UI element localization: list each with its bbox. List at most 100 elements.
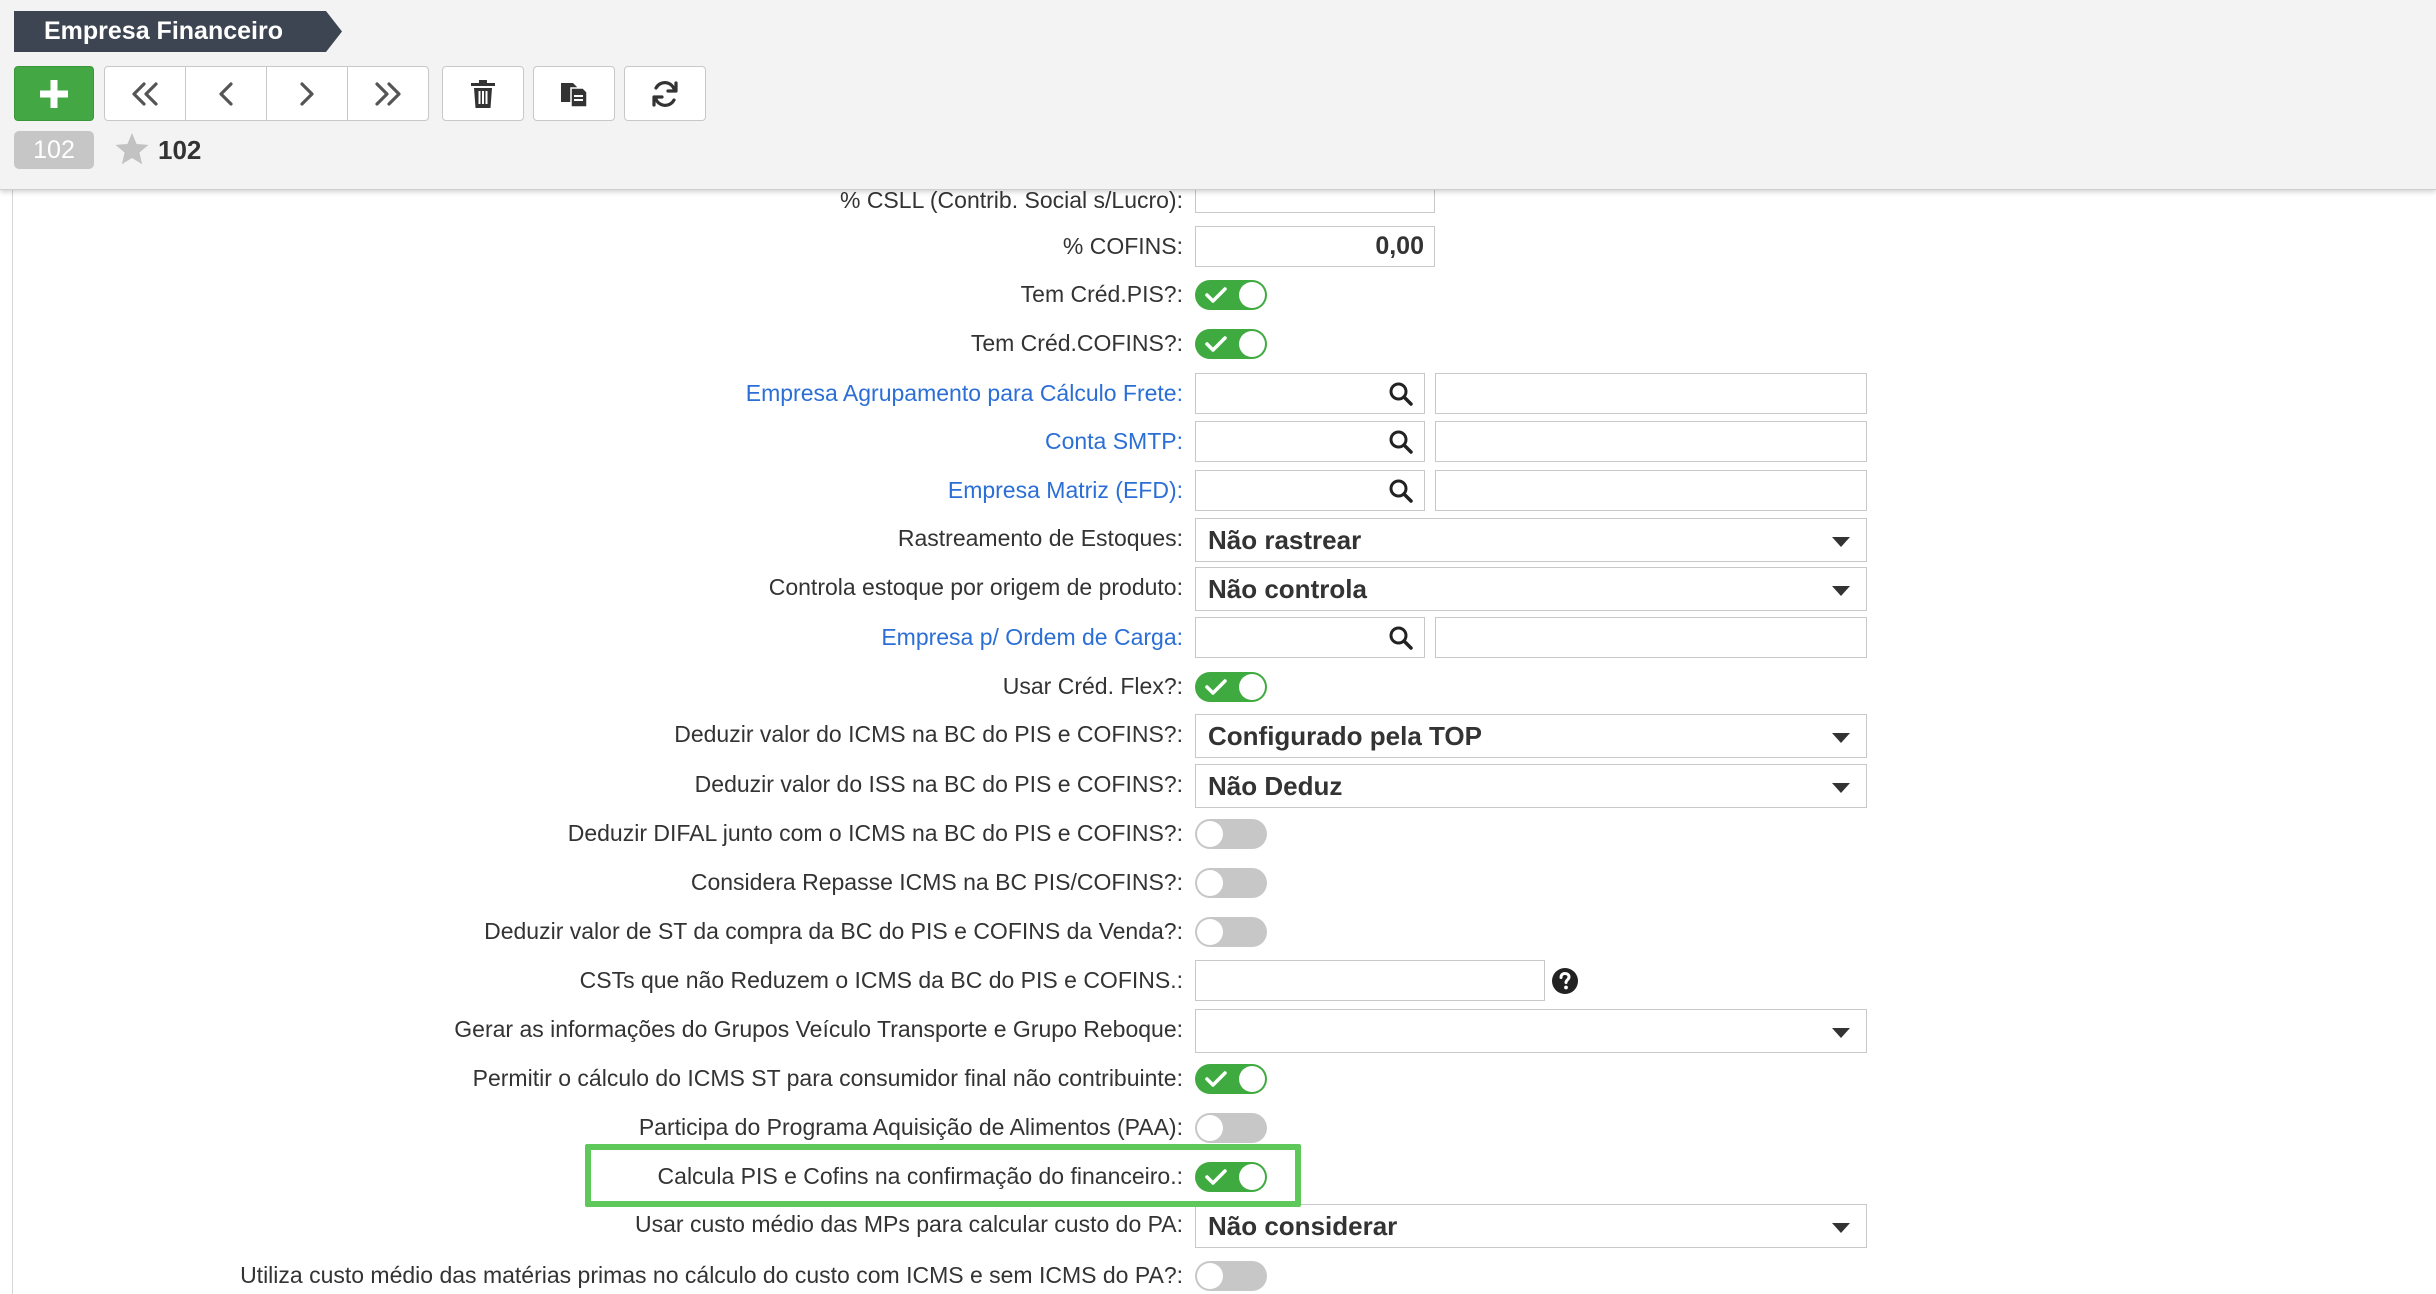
row-gerar-info: Gerar as informações do Grupos Veículo T… [13,1005,2436,1053]
row-deduzir-icms: Deduzir valor do ICMS na BC do PIS e COF… [13,710,2436,758]
empresa-ordem-desc-input[interactable] [1435,617,1867,658]
row-cofins: % COFINS: 0,00 [13,222,2436,270]
empresa-matriz-desc-input[interactable] [1435,470,1867,511]
gerar-info-select[interactable] [1195,1009,1867,1053]
first-record-icon [132,81,158,106]
row-repasse-icms: Considera Repasse ICMS na BC PIS/COFINS?… [13,858,2436,906]
toggle-knob [1197,870,1223,896]
toggle-knob [1239,674,1265,700]
form-area: % CSLL (Contrib. Social s/Lucro): % COFI… [12,0,2436,1294]
first-record-button[interactable] [104,66,186,121]
last-record-button[interactable] [347,66,429,121]
previous-record-button[interactable] [185,66,267,121]
chevron-down-icon [1832,733,1850,743]
toggle-knob [1239,1066,1265,1092]
check-icon [1205,336,1227,352]
row-empresa-agrupamento: Empresa Agrupamento para Cálculo Frete: [13,369,2436,417]
chevron-down-icon [1832,1028,1850,1038]
icms-st-toggle[interactable] [1195,1064,1267,1094]
calcula-pis-toggle[interactable] [1195,1162,1267,1192]
conta-smtp-link[interactable]: Conta SMTP: [1045,417,1183,465]
deduzir-icms-select[interactable]: Configurado pela TOP [1195,714,1867,758]
custo-medio-select[interactable]: Não considerar [1195,1204,1867,1248]
deduzir-difal-toggle[interactable] [1195,819,1267,849]
delete-button[interactable] [442,66,524,121]
repasse-icms-toggle[interactable] [1195,868,1267,898]
conta-smtp-code-input[interactable] [1195,421,1425,462]
deduzir-iss-label: Deduzir valor do ISS na BC do PIS e COFI… [694,771,1183,797]
repasse-icms-label: Considera Repasse ICMS na BC PIS/COFINS?… [690,869,1183,895]
row-cred-flex: Usar Créd. Flex?: [13,662,2436,710]
icms-st-label: Permitir o cálculo do ICMS ST para consu… [472,1065,1183,1091]
refresh-button[interactable] [624,66,706,121]
chevron-down-icon [1832,783,1850,793]
gerar-info-label: Gerar as informações do Grupos Veículo T… [454,1016,1183,1042]
conta-smtp-desc-input[interactable] [1435,421,1867,462]
add-button[interactable] [14,66,94,121]
calcula-pis-label: Calcula PIS e Cofins na confirmação do f… [657,1163,1183,1189]
toggle-knob [1197,821,1223,847]
row-custo-medio: Usar custo médio das MPs para calcular c… [13,1200,2436,1248]
search-icon[interactable] [1388,429,1414,455]
row-rastreamento: Rastreamento de Estoques: Não rastrear [13,514,2436,562]
toggle-knob [1239,282,1265,308]
row-deduzir-iss: Deduzir valor do ISS na BC do PIS e COFI… [13,760,2436,808]
row-calcula-pis: Calcula PIS e Cofins na confirmação do f… [13,1152,2436,1200]
toggle-knob [1239,1164,1265,1190]
copy-icon [561,82,588,108]
chevron-down-icon [1832,586,1850,596]
row-deduzir-difal: Deduzir DIFAL junto com o ICMS na BC do … [13,809,2436,857]
cred-pis-label: Tem Créd.PIS?: [1020,281,1183,307]
next-record-button[interactable] [266,66,348,121]
record-count-badge: 102 [14,131,94,169]
check-icon [1205,1169,1227,1185]
row-controla-estoque: Controla estoque por origem de produto: … [13,563,2436,611]
row-deduzir-st: Deduzir valor de ST da compra da BC do P… [13,907,2436,955]
deduzir-iss-value: Não Deduz [1208,771,1343,801]
empresa-ordem-code-input[interactable] [1195,617,1425,658]
csts-label: CSTs que não Reduzem o ICMS da BC do PIS… [579,967,1183,993]
help-icon[interactable] [1551,967,1579,995]
cred-flex-toggle[interactable] [1195,672,1267,702]
search-icon[interactable] [1388,381,1414,407]
check-icon [1205,1071,1227,1087]
csts-input[interactable] [1195,960,1545,1001]
search-icon[interactable] [1388,625,1414,651]
empresa-agrupamento-desc-input[interactable] [1435,373,1867,414]
cred-flex-label: Usar Créd. Flex?: [1002,673,1183,699]
star-icon[interactable] [114,132,150,166]
empresa-matriz-link[interactable]: Empresa Matriz (EFD): [948,466,1183,514]
search-icon[interactable] [1388,478,1414,504]
cofins-input[interactable]: 0,00 [1195,226,1435,267]
controla-estoque-value: Não controla [1208,574,1367,604]
previous-record-icon [219,81,233,106]
empresa-ordem-link[interactable]: Empresa p/ Ordem de Carga: [881,613,1183,661]
last-record-icon [375,81,401,106]
row-cred-pis: Tem Créd.PIS?: [13,270,2436,318]
utiliza-custo-toggle[interactable] [1195,1261,1267,1291]
row-empresa-matriz: Empresa Matriz (EFD): [13,466,2436,514]
next-record-icon [300,81,314,106]
empresa-matriz-code-input[interactable] [1195,470,1425,511]
add-icon [40,79,68,108]
row-icms-st: Permitir o cálculo do ICMS ST para consu… [13,1054,2436,1102]
toggle-knob [1197,1115,1223,1141]
deduzir-st-toggle[interactable] [1195,917,1267,947]
cred-pis-toggle[interactable] [1195,280,1267,310]
empresa-agrupamento-code-input[interactable] [1195,373,1425,414]
header: Empresa Financeiro 102 102 [0,0,2436,190]
empresa-agrupamento-link[interactable]: Empresa Agrupamento para Cálculo Frete: [746,369,1183,417]
cred-cofins-label: Tem Créd.COFINS?: [970,330,1183,356]
copy-button[interactable] [533,66,615,121]
deduzir-iss-select[interactable]: Não Deduz [1195,764,1867,808]
rastreamento-select[interactable]: Não rastrear [1195,518,1867,562]
row-conta-smtp: Conta SMTP: [13,417,2436,465]
controla-estoque-select[interactable]: Não controla [1195,567,1867,611]
check-icon [1205,287,1227,303]
paa-toggle[interactable] [1195,1113,1267,1143]
cred-cofins-toggle[interactable] [1195,329,1267,359]
check-icon [1205,679,1227,695]
toggle-knob [1239,331,1265,357]
row-empresa-ordem: Empresa p/ Ordem de Carga: [13,613,2436,661]
favorite-count: 102 [158,135,202,165]
